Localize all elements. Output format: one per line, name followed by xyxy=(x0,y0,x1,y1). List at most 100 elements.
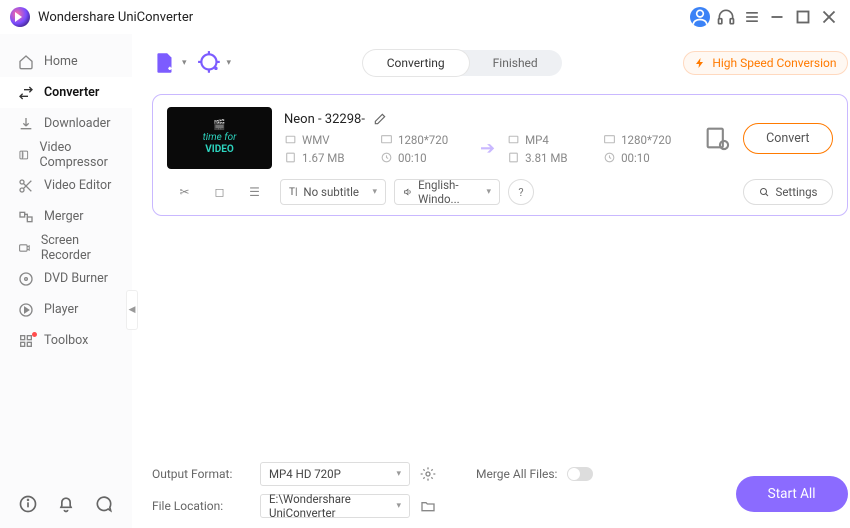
sidebar-item-label: Converter xyxy=(44,85,99,100)
sidebar-item-label: Home xyxy=(44,54,78,69)
sidebar-item-label: DVD Burner xyxy=(44,271,108,286)
audio-icon xyxy=(403,186,412,198)
merge-label: Merge All Files: xyxy=(476,467,557,481)
info-icon[interactable] xyxy=(18,494,38,514)
chevron-down-icon[interactable]: ▾ xyxy=(182,58,187,68)
sidebar: Home Converter Downloader Video Compress… xyxy=(0,34,132,528)
feedback-icon[interactable] xyxy=(94,494,114,514)
output-format-label: Output Format: xyxy=(152,467,250,481)
subtitle-value: No subtitle xyxy=(303,185,359,199)
dst-format: MP4 xyxy=(525,133,549,147)
high-speed-label: High Speed Conversion xyxy=(712,56,836,70)
menu-icon[interactable] xyxy=(742,7,762,27)
sidebar-item-label: Video Editor xyxy=(44,178,111,193)
play-icon xyxy=(18,302,34,318)
folder-icon[interactable] xyxy=(420,498,436,514)
sidebar-item-editor[interactable]: Video Editor xyxy=(0,170,132,201)
file-card: 🎬time forVIDEO Neon - 32298- WMV 1.67 MB… xyxy=(152,94,848,216)
sidebar-item-player[interactable]: Player xyxy=(0,294,132,325)
src-res: 1280*720 xyxy=(398,133,448,147)
subtitle-select[interactable]: T|No subtitle▾ xyxy=(280,179,386,205)
merge-toggle[interactable] xyxy=(567,467,593,481)
video-thumbnail[interactable]: 🎬time forVIDEO xyxy=(167,107,272,169)
sidebar-item-label: Downloader xyxy=(44,116,111,131)
clock-icon xyxy=(603,151,616,164)
compress-icon xyxy=(18,147,30,163)
output-format-select[interactable]: MP4 HD 720P▾ xyxy=(260,462,410,486)
output-format-value: MP4 HD 720P xyxy=(269,467,341,481)
maximize-button[interactable] xyxy=(792,6,814,28)
sidebar-item-home[interactable]: Home xyxy=(0,46,132,77)
bell-icon[interactable] xyxy=(56,494,76,514)
minimize-button[interactable] xyxy=(766,6,788,28)
cut-icon[interactable]: ✂ xyxy=(175,185,195,199)
add-target-button[interactable] xyxy=(197,50,223,76)
settings-button[interactable]: Settings xyxy=(743,179,833,205)
high-speed-button[interactable]: High Speed Conversion xyxy=(683,51,847,75)
chevron-down-icon[interactable]: ▾ xyxy=(227,58,232,68)
resolution-icon xyxy=(380,133,393,146)
format-icon xyxy=(507,133,520,146)
titlebar: Wondershare UniConverter xyxy=(0,0,850,34)
notification-dot xyxy=(32,332,37,337)
output-settings-icon[interactable] xyxy=(703,124,731,152)
search-icon xyxy=(758,186,770,198)
grid-icon xyxy=(18,333,34,349)
sidebar-item-label: Player xyxy=(44,302,78,317)
sidebar-item-label: Video Compressor xyxy=(40,140,114,170)
merge-icon xyxy=(18,209,34,225)
content: ▾ ▾ Converting Finished High Speed Conve… xyxy=(132,34,850,528)
sidebar-item-downloader[interactable]: Downloader xyxy=(0,108,132,139)
sidebar-item-recorder[interactable]: Screen Recorder xyxy=(0,232,132,263)
src-format: WMV xyxy=(302,133,330,147)
clock-icon xyxy=(380,151,393,164)
help-icon[interactable]: ? xyxy=(508,179,534,205)
sidebar-item-dvd[interactable]: DVD Burner xyxy=(0,263,132,294)
format-icon xyxy=(284,133,297,146)
size-icon xyxy=(284,151,297,164)
bolt-icon xyxy=(694,57,706,69)
src-dur: 00:10 xyxy=(398,151,427,165)
audio-select[interactable]: English-Windo...▾ xyxy=(394,179,500,205)
settings-label: Settings xyxy=(776,185,818,199)
convert-button[interactable]: Convert xyxy=(743,123,832,154)
recorder-icon xyxy=(18,240,31,256)
resolution-icon xyxy=(603,133,616,146)
more-icon[interactable]: ☰ xyxy=(245,185,265,199)
sidebar-item-merger[interactable]: Merger xyxy=(0,201,132,232)
download-icon xyxy=(18,116,34,132)
tab-finished[interactable]: Finished xyxy=(469,50,562,76)
close-button[interactable] xyxy=(818,6,840,28)
start-all-button[interactable]: Start All xyxy=(736,476,848,512)
file-location-value: E:\Wondershare UniConverter xyxy=(269,492,390,520)
headset-icon[interactable] xyxy=(716,7,736,27)
dst-dur: 00:10 xyxy=(621,151,650,165)
app-logo xyxy=(10,7,30,27)
converter-icon xyxy=(18,85,34,101)
home-icon xyxy=(18,54,34,70)
tab-segment: Converting Finished xyxy=(363,50,562,76)
sidebar-item-label: Merger xyxy=(44,209,84,224)
dst-size: 3.81 MB xyxy=(525,151,567,165)
app-title: Wondershare UniConverter xyxy=(38,10,193,25)
file-location-label: File Location: xyxy=(152,499,250,513)
sidebar-item-toolbox[interactable]: Toolbox xyxy=(0,325,132,356)
file-location-select[interactable]: E:\Wondershare UniConverter▾ xyxy=(260,494,410,518)
audio-value: English-Windo... xyxy=(418,178,480,206)
file-name: Neon - 32298- xyxy=(284,112,365,127)
tab-converting[interactable]: Converting xyxy=(363,50,469,76)
size-icon xyxy=(507,151,520,164)
src-size: 1.67 MB xyxy=(302,151,344,165)
scissors-icon xyxy=(18,178,34,194)
sidebar-item-label: Toolbox xyxy=(44,333,88,348)
gear-icon[interactable] xyxy=(420,466,436,482)
add-file-button[interactable] xyxy=(152,50,178,76)
sidebar-item-compressor[interactable]: Video Compressor xyxy=(0,139,132,170)
sidebar-item-converter[interactable]: Converter xyxy=(0,77,132,108)
disc-icon xyxy=(18,271,34,287)
dst-res: 1280*720 xyxy=(621,133,671,147)
edit-icon[interactable] xyxy=(373,112,387,126)
crop-icon[interactable]: ◻ xyxy=(210,185,230,199)
user-avatar[interactable] xyxy=(690,7,710,27)
sidebar-item-label: Screen Recorder xyxy=(41,233,114,263)
